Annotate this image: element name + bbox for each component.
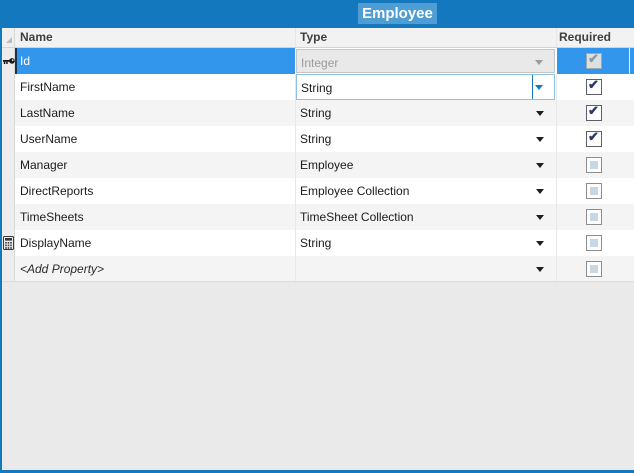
row-header-id[interactable] (2, 48, 15, 74)
property-row-id: Id Integer ✔ (2, 48, 634, 74)
property-type-cell[interactable] (296, 256, 557, 281)
property-type-cell[interactable]: TimeSheet Collection (296, 204, 557, 230)
row-filler (630, 100, 634, 126)
key-icon (3, 57, 15, 65)
property-required-cell (557, 256, 630, 281)
property-required-cell: ✔ (557, 74, 630, 100)
type-combobox-focused[interactable]: String (296, 74, 555, 100)
row-header[interactable] (2, 204, 15, 230)
property-type-cell[interactable]: String (296, 74, 557, 100)
property-required-cell (557, 178, 630, 204)
property-name-cell[interactable]: DisplayName (15, 230, 296, 256)
chevron-down-icon[interactable] (536, 111, 544, 116)
chevron-down-icon[interactable] (535, 85, 543, 90)
required-checkbox[interactable]: ✔ (586, 53, 602, 69)
row-filler (630, 126, 634, 152)
property-required-cell: ✔ (557, 126, 630, 152)
required-checkbox[interactable]: ✔ (586, 79, 602, 95)
property-row-displayname: DisplayName String (2, 230, 634, 256)
add-property-row[interactable]: <Add Property> (2, 256, 634, 282)
select-all-corner[interactable] (2, 28, 15, 47)
row-filler (630, 204, 634, 230)
row-filler (630, 256, 634, 281)
property-type-cell[interactable]: Employee Collection (296, 178, 557, 204)
row-header-displayname[interactable] (2, 230, 15, 256)
entity-title[interactable]: Employee (358, 3, 437, 24)
property-required-cell: ✔ (557, 48, 630, 74)
property-type-cell[interactable]: String (296, 230, 557, 256)
properties-grid: Name Type Required Id Integer (2, 28, 634, 282)
property-row-directreports: DirectReports Employee Collection (2, 178, 634, 204)
entity-titlebar[interactable]: Employee (2, 0, 634, 28)
row-header[interactable] (2, 256, 15, 281)
chevron-down-icon[interactable] (536, 215, 544, 220)
row-header[interactable] (2, 100, 15, 126)
property-required-cell (557, 204, 630, 230)
row-header[interactable] (2, 152, 15, 178)
chevron-down-icon[interactable] (536, 267, 544, 272)
chevron-down-icon[interactable] (536, 241, 544, 246)
property-type-cell[interactable]: String (296, 126, 557, 152)
row-filler (630, 178, 634, 204)
column-header-type[interactable]: Type (296, 28, 557, 47)
property-name-cell[interactable]: DirectReports (15, 178, 296, 204)
property-required-cell: ✔ (557, 100, 630, 126)
property-row-manager: Manager Employee (2, 152, 634, 178)
property-type-cell: Integer (296, 48, 557, 74)
row-filler (630, 230, 634, 256)
property-name-cell[interactable]: FirstName (15, 74, 296, 100)
property-row-lastname: LastName String ✔ (2, 100, 634, 126)
row-header[interactable] (2, 178, 15, 204)
row-filler (630, 74, 634, 100)
select-all-triangle-icon (6, 37, 12, 43)
required-checkbox[interactable] (586, 209, 602, 225)
row-header[interactable] (2, 74, 15, 100)
row-filler (630, 152, 634, 178)
property-row-timesheets: TimeSheets TimeSheet Collection (2, 204, 634, 230)
property-required-cell (557, 152, 630, 178)
add-property-cell[interactable]: <Add Property> (15, 256, 296, 281)
property-name-cell[interactable]: Manager (15, 152, 296, 178)
required-checkbox[interactable] (586, 261, 602, 277)
chevron-down-icon[interactable] (536, 137, 544, 142)
chevron-down-icon[interactable] (536, 163, 544, 168)
property-name-cell[interactable]: Id (15, 48, 296, 74)
chevron-down-icon (535, 60, 543, 65)
type-combobox-disabled: Integer (296, 49, 555, 73)
chevron-down-icon[interactable] (536, 189, 544, 194)
row-filler (630, 48, 634, 74)
required-checkbox[interactable] (586, 157, 602, 173)
property-required-cell (557, 230, 630, 256)
required-checkbox[interactable] (586, 235, 602, 251)
required-checkbox[interactable]: ✔ (586, 131, 602, 147)
calculator-icon (3, 236, 14, 250)
grid-header-row: Name Type Required (2, 28, 634, 48)
required-checkbox[interactable] (586, 183, 602, 199)
property-type-cell[interactable]: String (296, 100, 557, 126)
property-name-cell[interactable]: LastName (15, 100, 296, 126)
property-type-cell[interactable]: Employee (296, 152, 557, 178)
property-name-cell[interactable]: TimeSheets (15, 204, 296, 230)
entity-card: Employee Name Type Required Id (0, 0, 634, 473)
column-header-required[interactable]: Required (557, 28, 634, 47)
property-row-username: UserName String ✔ (2, 126, 634, 152)
required-checkbox[interactable]: ✔ (586, 105, 602, 121)
property-name-cell[interactable]: UserName (15, 126, 296, 152)
column-header-name[interactable]: Name (15, 28, 296, 47)
property-row-firstname: FirstName String ✔ (2, 74, 634, 100)
row-header[interactable] (2, 126, 15, 152)
